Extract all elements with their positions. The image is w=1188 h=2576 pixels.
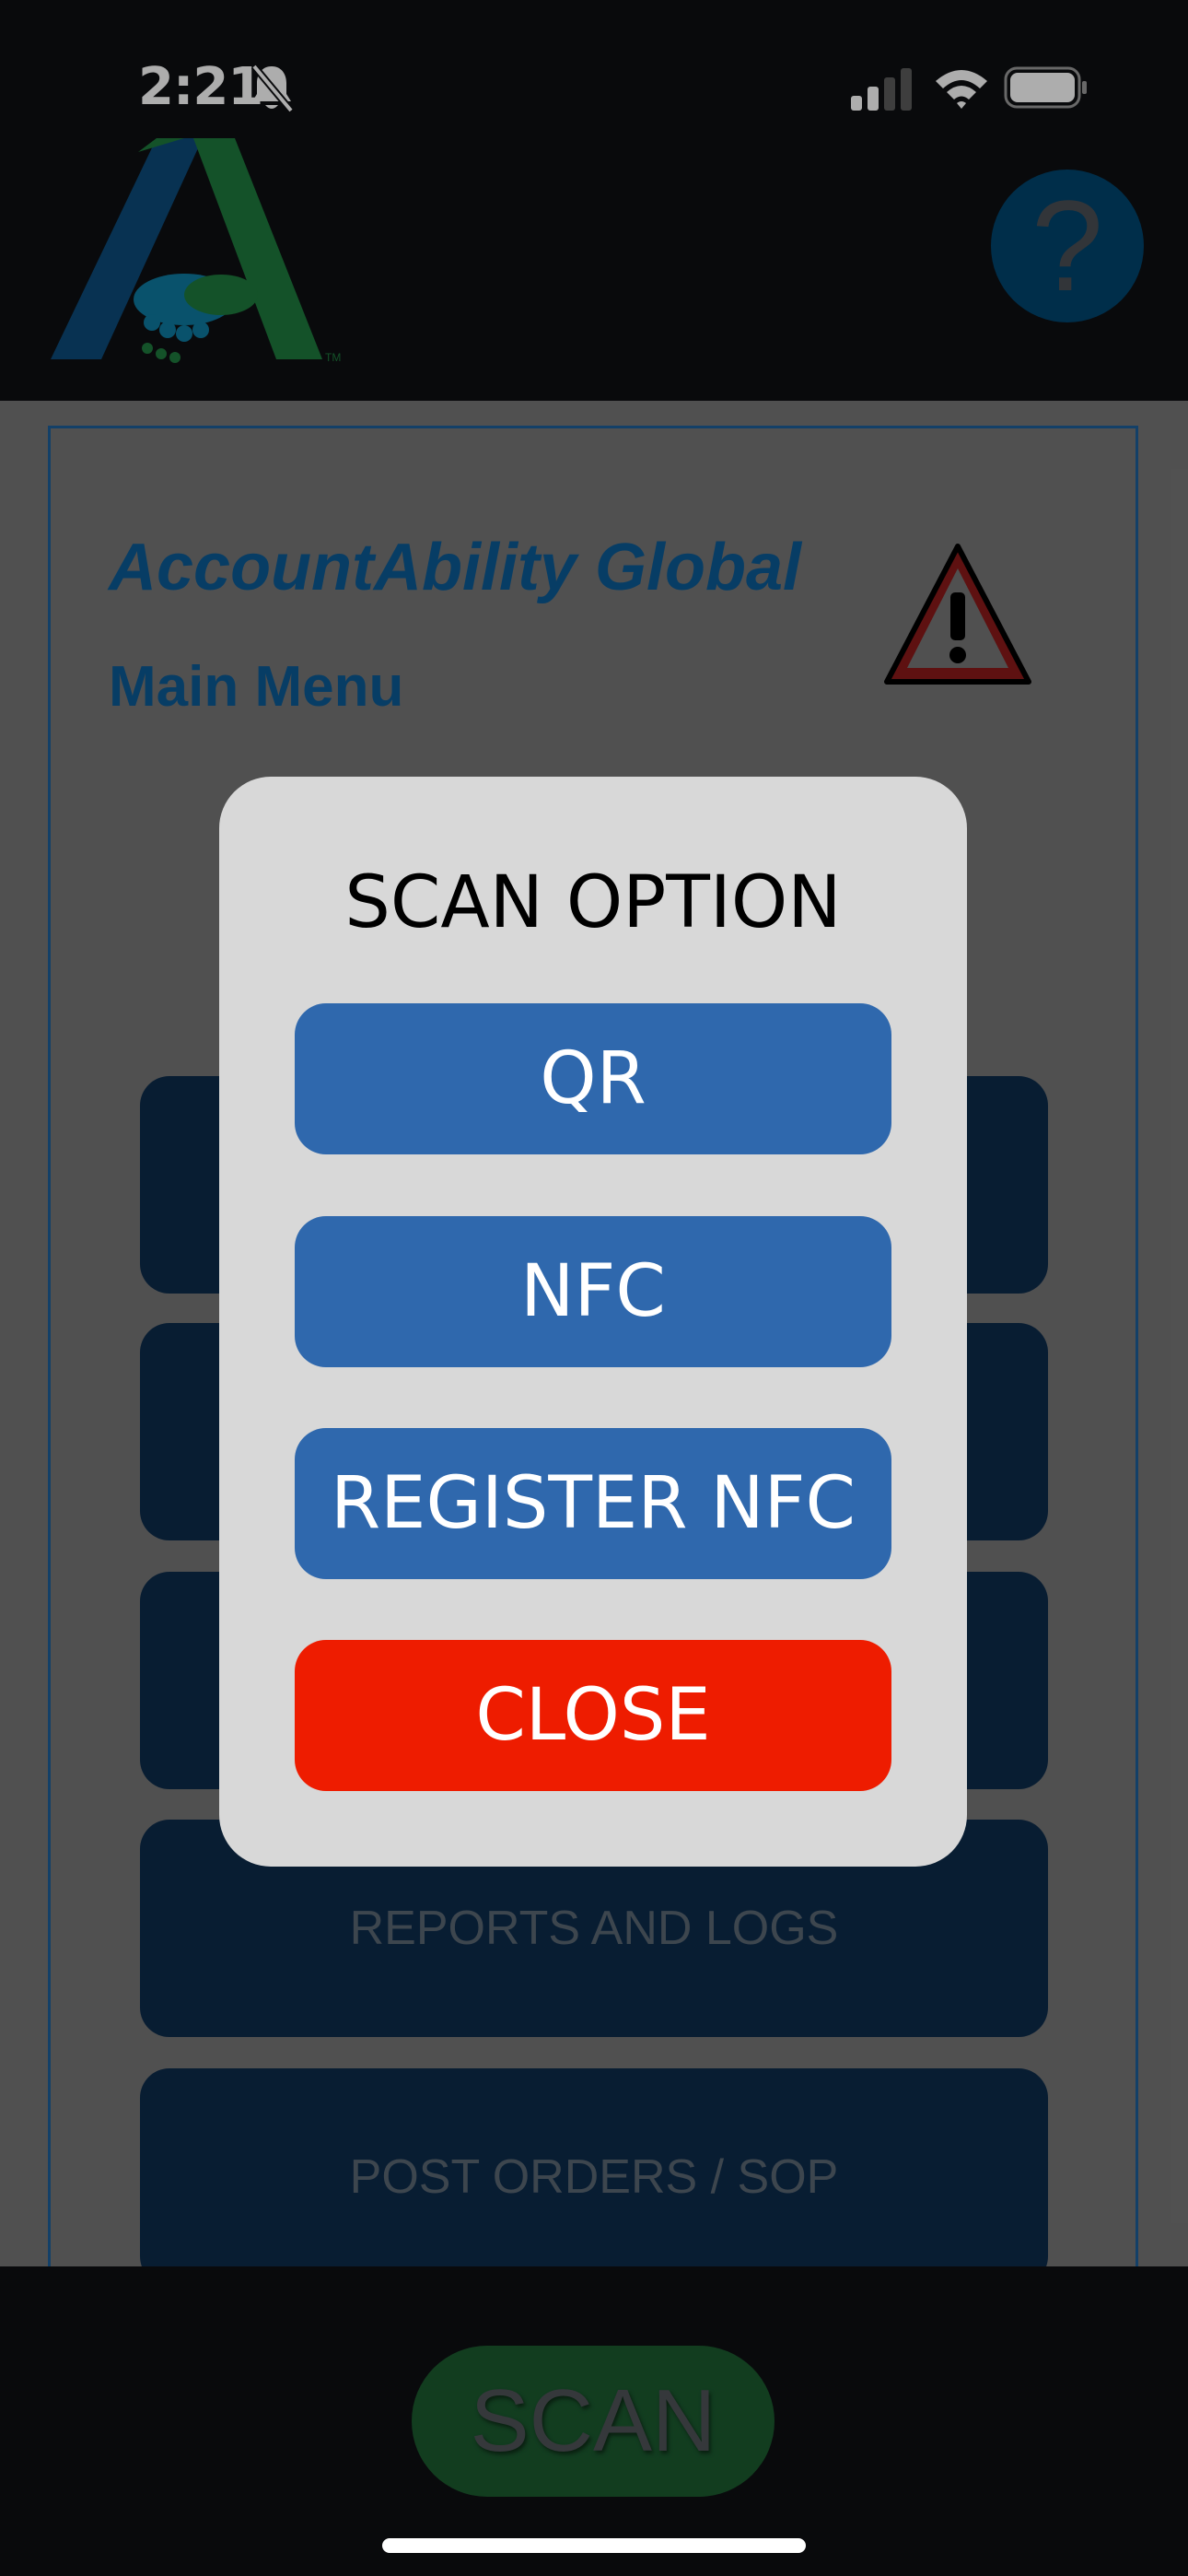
qr-button[interactable]: QR (295, 1003, 891, 1154)
register-nfc-button[interactable]: REGISTER NFC (295, 1428, 891, 1579)
nfc-button[interactable]: NFC (295, 1216, 891, 1367)
scan-option-modal: SCAN OPTION QR NFC REGISTER NFC CLOSE (219, 777, 967, 1867)
home-indicator[interactable] (382, 2538, 806, 2553)
modal-title: SCAN OPTION (344, 861, 842, 944)
close-button[interactable]: CLOSE (295, 1640, 891, 1791)
